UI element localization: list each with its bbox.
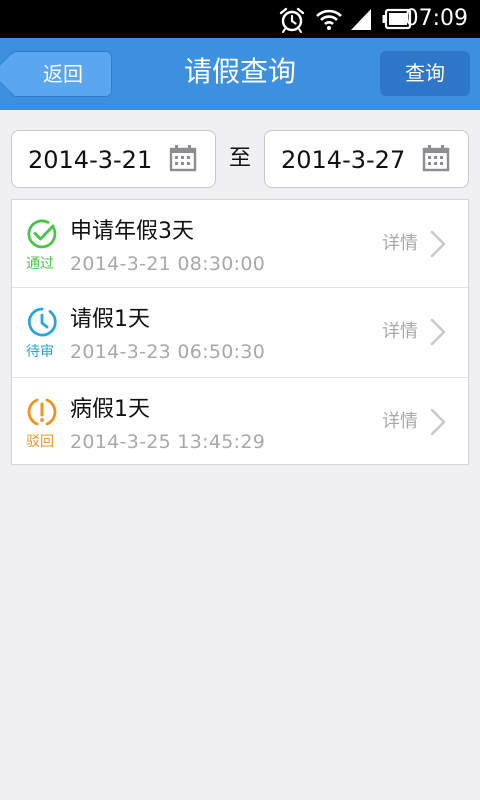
record-timestamp: 2014-3-21 08:30:00 — [70, 253, 266, 275]
app-bar: 返回 请假查询 查询 — [0, 38, 480, 110]
detail-link[interactable]: 详情 — [382, 320, 418, 344]
record-title: 请假1天 — [70, 307, 150, 332]
start-date-value: 2014-3-21 — [28, 146, 153, 174]
calendar-icon[interactable] — [169, 144, 197, 172]
list-item[interactable]: 通过 申请年假3天 2014-3-21 08:30:00 详情 — [12, 200, 468, 288]
detail-link[interactable]: 详情 — [382, 410, 418, 434]
chevron-right-icon — [430, 408, 446, 436]
end-date-field[interactable]: 2014-3-27 — [264, 130, 469, 188]
record-title: 病假1天 — [70, 397, 150, 422]
wifi-icon — [316, 9, 342, 30]
leave-record-list: 通过 申请年假3天 2014-3-21 08:30:00 详情 待审 请假1天 … — [11, 199, 469, 465]
record-timestamp: 2014-3-25 13:45:29 — [70, 431, 266, 453]
chevron-right-icon — [430, 230, 446, 258]
end-date-value: 2014-3-27 — [281, 146, 406, 174]
signal-icon — [351, 9, 371, 30]
status-badge: 驳回 — [26, 434, 54, 450]
date-range-separator: 至 — [228, 146, 251, 171]
record-title: 申请年假3天 — [70, 219, 194, 244]
chevron-right-icon — [430, 318, 446, 346]
status-bar: 07:09 — [0, 0, 480, 38]
alarm-icon — [279, 7, 305, 33]
list-item[interactable]: 驳回 病假1天 2014-3-25 13:45:29 详情 — [12, 378, 468, 466]
calendar-icon[interactable] — [422, 144, 450, 172]
clock-time: 07:09 — [404, 6, 468, 31]
record-timestamp: 2014-3-23 06:50:30 — [70, 341, 266, 363]
query-button[interactable]: 查询 — [380, 50, 470, 96]
status-badge: 待审 — [26, 344, 54, 360]
status-badge: 通过 — [26, 256, 54, 272]
detail-link[interactable]: 详情 — [382, 232, 418, 256]
check-circle-icon — [27, 219, 57, 249]
clock-icon — [27, 307, 57, 337]
list-item[interactable]: 待审 请假1天 2014-3-23 06:50:30 详情 — [12, 288, 468, 378]
start-date-field[interactable]: 2014-3-21 — [11, 130, 216, 188]
exclamation-circle-icon — [27, 398, 57, 426]
